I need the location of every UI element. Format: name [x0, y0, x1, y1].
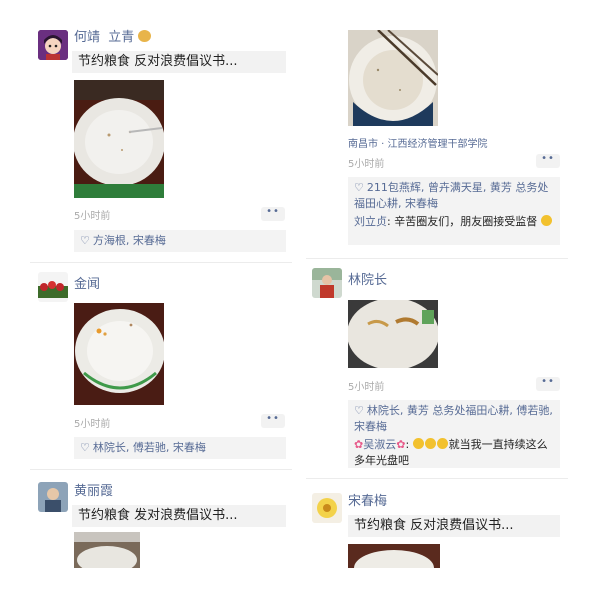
more-actions-button[interactable]: ••: [261, 207, 285, 221]
yellow-flower-avatar-icon: [312, 493, 342, 523]
empty-plate-image: [74, 303, 164, 405]
flower-icon: ✿: [396, 438, 406, 451]
left-column: 何靖 立青 节约粮食 反对浪费倡议书... 5小时前 •• ♡ 方海根, 宋春梅 …: [0, 0, 300, 599]
post-divider: [30, 262, 292, 263]
comment-author[interactable]: 刘立贞: [354, 215, 387, 228]
comment-row[interactable]: ✿吴淑云✿: 就当我一直持续这么多年光盘吧: [354, 437, 554, 469]
red-flowers-avatar-icon: [38, 272, 68, 302]
post-author-name[interactable]: 金闻: [74, 277, 100, 293]
post-photo-plate[interactable]: [74, 532, 140, 568]
empty-plate-image: [74, 80, 164, 198]
emoji-icon: [540, 215, 552, 226]
likes-names[interactable]: 方海根, 宋春梅: [93, 234, 166, 247]
right-column: 南昌市 · 江西经济管理干部学院 5小时前 •• ♡ 211包燕辉, 曾卉满天星,…: [300, 0, 600, 599]
post-author-name[interactable]: 宋春梅: [348, 494, 387, 510]
avatar-huanglixia[interactable]: [38, 482, 68, 512]
heart-icon: ♡: [80, 441, 90, 454]
post-author-name[interactable]: 林院长: [348, 273, 387, 289]
plate-with-scraps-image: [348, 300, 438, 368]
anime-girl-avatar-icon: [38, 30, 68, 60]
comment-author[interactable]: 吴淑云: [363, 438, 396, 451]
post-author-name[interactable]: 何靖 立青: [74, 30, 152, 46]
likes-names[interactable]: 211包燕辉, 曾卉满天星, 黄芳 总务处福田心耕, 宋春梅: [354, 181, 548, 210]
avatar-linyuanzhang[interactable]: [312, 268, 342, 298]
emoji-icon: [138, 30, 152, 42]
flower-icon: ✿: [354, 438, 364, 451]
plate-image-partial: [348, 544, 440, 568]
post-author-name[interactable]: 黄丽霞: [74, 484, 113, 500]
post-photo-plate[interactable]: [348, 544, 440, 568]
heart-icon: ♡: [354, 404, 364, 417]
comment-row[interactable]: 刘立贞: 辛苦圈友们，朋友圈接受监督: [354, 214, 554, 230]
bowl-chopsticks-image: [348, 30, 438, 126]
post-divider: [30, 469, 292, 470]
plate-image-partial: [74, 532, 140, 568]
comment-text: : 辛苦圈友们，朋友圈接受监督: [387, 215, 538, 228]
likes-names[interactable]: 林院长, 傅若驰, 宋春梅: [93, 441, 206, 454]
likes-names[interactable]: 林院长, 黄芳 总务处福田心耕, 傅若驰, 宋春梅: [354, 404, 553, 433]
person-photo-avatar-icon: [312, 268, 342, 298]
avatar-jinwen[interactable]: [38, 272, 68, 302]
post-time: 5小时前: [74, 211, 111, 222]
post-photo-bowl[interactable]: [348, 30, 438, 126]
post-time: 5小时前: [348, 382, 385, 393]
post-time: 5小时前: [348, 159, 385, 170]
likes-comments-panel: ♡ 林院长, 黄芳 总务处福田心耕, 傅若驰, 宋春梅 ✿吴淑云✿: 就当我一直持…: [348, 400, 560, 468]
likes-panel: ♡ 林院长, 傅若驰, 宋春梅: [74, 437, 286, 459]
heart-icon: ♡: [80, 234, 90, 247]
likes-comments-panel: ♡ 211包燕辉, 曾卉满天星, 黄芳 总务处福田心耕, 宋春梅 刘立贞: 辛苦圈…: [348, 177, 560, 245]
post-photo-plate[interactable]: [74, 80, 164, 198]
shared-article-link[interactable]: 节约粮食 反对浪费倡议书...: [348, 515, 560, 537]
emoji-icon: [424, 438, 436, 449]
post-divider: [306, 258, 568, 259]
more-actions-button[interactable]: ••: [261, 414, 285, 428]
post-photo-plate[interactable]: [348, 300, 438, 368]
avatar-heqing[interactable]: [38, 30, 68, 60]
emoji-icon: [436, 438, 448, 449]
post-photo-plate[interactable]: [74, 303, 164, 405]
child-photo-avatar-icon: [38, 482, 68, 512]
emoji-icon: [412, 438, 424, 449]
likes-row: ♡ 211包燕辉, 曾卉满天星, 黄芳 总务处福田心耕, 宋春梅: [354, 180, 554, 212]
post-time: 5小时前: [74, 419, 111, 430]
shared-article-link[interactable]: 节约粮食 发对浪费倡议书...: [72, 505, 286, 527]
more-actions-button[interactable]: ••: [536, 377, 560, 391]
shared-article-link[interactable]: 节约粮食 反对浪费倡议书...: [72, 51, 286, 73]
more-actions-button[interactable]: ••: [536, 154, 560, 168]
heart-icon: ♡: [354, 181, 364, 194]
likes-row: ♡ 林院长, 黄芳 总务处福田心耕, 傅若驰, 宋春梅: [354, 403, 554, 435]
post-divider: [306, 478, 568, 479]
post-location[interactable]: 南昌市 · 江西经济管理干部学院: [348, 135, 488, 150]
likes-panel: ♡ 方海根, 宋春梅: [74, 230, 286, 252]
avatar-songchunmei[interactable]: [312, 493, 342, 523]
